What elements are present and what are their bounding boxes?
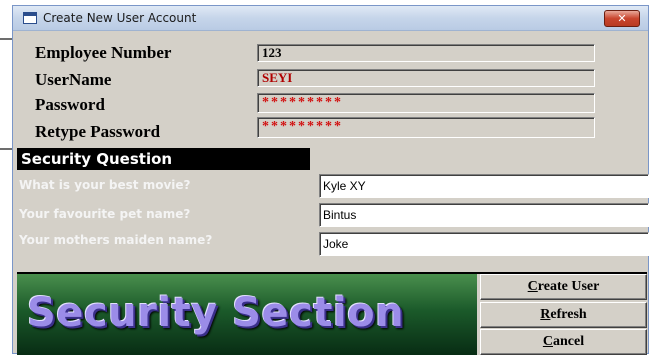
refresh-hotkey: R [540, 307, 551, 322]
pet-name-input[interactable]: Bintus [319, 203, 649, 227]
window-icon [23, 12, 37, 24]
maiden-name-input[interactable]: Joke [319, 232, 649, 256]
best-movie-input[interactable]: Kyle XY [319, 174, 649, 198]
security-question-header: Security Question [17, 148, 310, 170]
refresh-button[interactable]: Refresh [480, 302, 647, 328]
cancel-label: ancel [553, 334, 585, 349]
question-label: Your mothers maiden name? [19, 233, 213, 247]
security-section-banner: Security Section [17, 274, 477, 355]
window-title: Create New User Account [43, 11, 197, 25]
title-bar[interactable]: Create New User Account ✕ [13, 6, 648, 31]
create-user-label: reate User [537, 279, 600, 294]
retype-password-label: Retype Password [35, 122, 161, 141]
cancel-hotkey: C [542, 334, 553, 349]
question-label: Your favourite pet name? [19, 207, 191, 221]
retype-password-field[interactable]: ********* [257, 117, 595, 138]
close-button[interactable]: ✕ [604, 10, 640, 27]
refresh-label: efresh [550, 307, 587, 322]
create-user-hotkey: C [527, 279, 538, 294]
background-window [0, 0, 12, 354]
question-label: What is your best movie? [19, 178, 191, 192]
password-label: Password [35, 95, 105, 114]
employee-number-field[interactable]: 123 [257, 44, 595, 62]
password-field[interactable]: ********* [257, 93, 595, 113]
background-divider [0, 148, 12, 150]
create-user-window: Create New User Account ✕ Employee Numbe… [12, 5, 649, 355]
username-field[interactable]: SEYI [257, 69, 595, 87]
cancel-button[interactable]: Cancel [480, 329, 647, 355]
banner-text: Security Section [27, 290, 405, 336]
background-divider [0, 38, 12, 40]
username-label: UserName [35, 70, 112, 89]
create-user-button[interactable]: Create User [480, 274, 647, 300]
employee-number-label: Employee Number [35, 43, 172, 62]
